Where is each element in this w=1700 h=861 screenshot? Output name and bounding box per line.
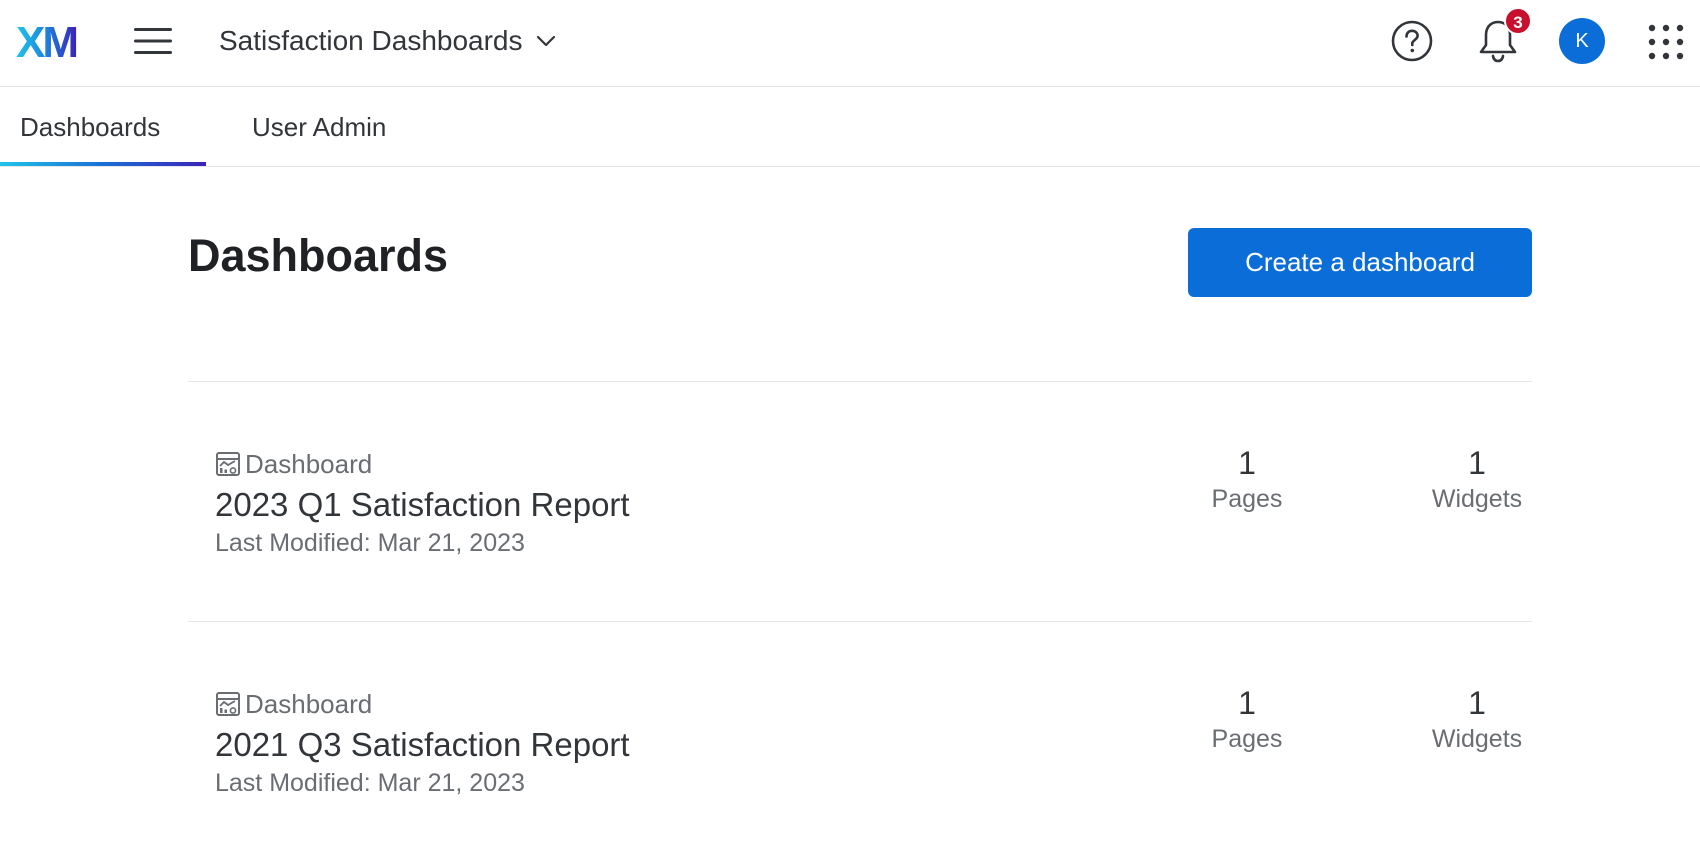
tab-bar: Dashboards User Admin [0, 87, 1700, 167]
pages-count-value: 1 [1238, 685, 1256, 721]
project-name: Satisfaction Dashboards [219, 25, 523, 56]
pages-count-label: Pages [1211, 485, 1283, 513]
tab-user-admin[interactable]: User Admin [252, 87, 386, 167]
widgets-count-value: 1 [1468, 445, 1486, 481]
dashboard-icon [215, 691, 241, 717]
top-bar: XM Satisfaction Dashboards 3 K [0, 0, 1700, 87]
chevron-down-icon [535, 30, 557, 52]
dashboard-name[interactable]: 2023 Q1 Satisfaction Report [215, 486, 630, 524]
widgets-count: 1 Widgets [1397, 444, 1557, 516]
widgets-count-label: Widgets [1431, 485, 1523, 513]
pages-count: 1 Pages [1167, 444, 1327, 516]
pages-count-label: Pages [1211, 725, 1283, 753]
pages-count-value: 1 [1238, 445, 1256, 481]
dashboard-type-label: Dashboard [245, 688, 373, 719]
dashboard-last-modified: Last Modified: Mar 21, 2023 [215, 769, 525, 797]
dashboard-row[interactable]: Dashboard 2021 Q3 Satisfaction Report La… [188, 622, 1532, 861]
help-button[interactable] [1391, 20, 1433, 62]
dashboard-type: Dashboard [215, 689, 372, 719]
dashboard-icon [215, 451, 241, 477]
dashboard-last-modified: Last Modified: Mar 21, 2023 [215, 529, 525, 557]
page-title: Dashboards [188, 230, 449, 281]
widgets-count-value: 1 [1468, 685, 1486, 721]
notification-badge: 3 [1504, 7, 1532, 35]
grid-dots-icon [1648, 24, 1684, 60]
pages-count: 1 Pages [1167, 684, 1327, 756]
user-avatar[interactable]: K [1559, 18, 1605, 64]
app-switcher-button[interactable] [1648, 24, 1684, 60]
active-tab-indicator [0, 162, 206, 166]
dashboard-type: Dashboard [215, 449, 372, 479]
main-menu-button[interactable] [134, 25, 172, 57]
dashboard-name[interactable]: 2021 Q3 Satisfaction Report [215, 726, 630, 764]
xm-logo-icon: XM [16, 20, 79, 62]
dashboard-row[interactable]: Dashboard 2023 Q1 Satisfaction Report La… [188, 382, 1532, 621]
xm-logo[interactable]: XM [16, 20, 88, 62]
widgets-count-label: Widgets [1431, 725, 1523, 753]
create-dashboard-button[interactable]: Create a dashboard [1188, 228, 1532, 297]
dashboard-type-label: Dashboard [245, 448, 373, 479]
widgets-count: 1 Widgets [1397, 684, 1557, 756]
hamburger-icon [134, 28, 172, 54]
tab-dashboards[interactable]: Dashboards [20, 87, 160, 167]
svg-text:XM: XM [16, 20, 76, 62]
project-selector[interactable]: Satisfaction Dashboards [219, 20, 557, 62]
help-icon [1391, 20, 1433, 62]
